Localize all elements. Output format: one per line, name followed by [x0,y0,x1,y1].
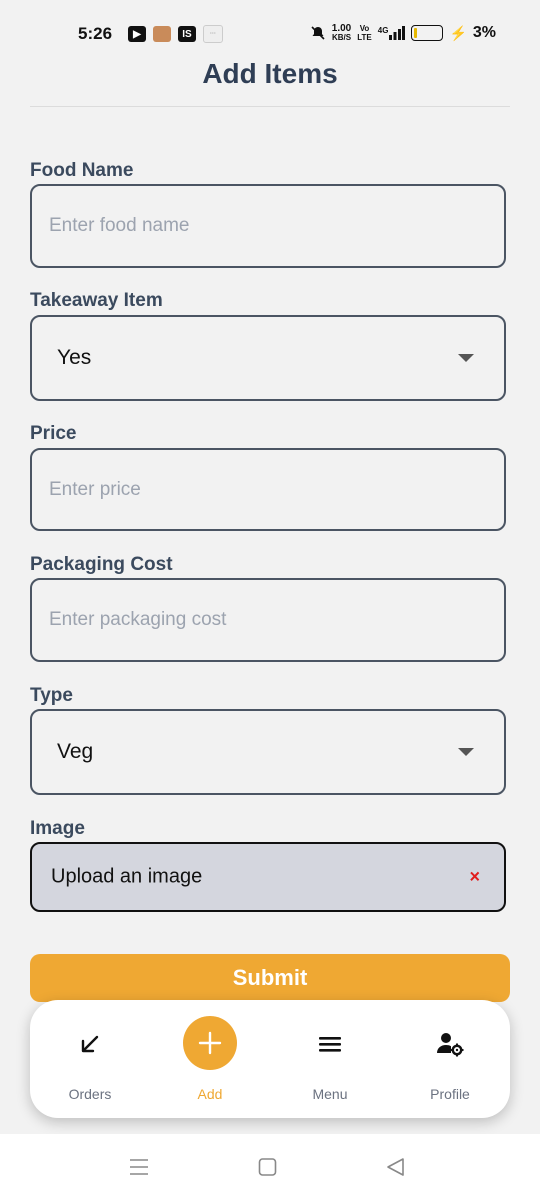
type-label: Type [30,685,73,706]
app-notification-icon: ··· [203,25,223,43]
remove-image-icon[interactable]: × [469,867,480,888]
nav-item-menu[interactable]: Menu [270,1000,390,1118]
price-input[interactable]: Enter price [30,448,506,531]
food-name-label: Food Name [30,160,134,181]
status-time: 5:26 [78,24,113,43]
net-speed-value: 1.00 [331,23,352,34]
network-type: 4G [377,26,389,35]
volte-icon: Vo LTE [357,24,372,42]
image-label: Image [30,818,85,839]
packaging-cost-label: Packaging Cost [30,554,173,575]
nav-label-profile: Profile [430,1086,470,1102]
type-value: Veg [57,740,94,763]
net-speed-unit: KB/S [331,33,352,42]
chevron-down-icon [458,748,474,756]
submit-button[interactable]: Submit [30,954,510,1002]
volte-bottom: LTE [357,33,372,42]
back-icon[interactable] [385,1156,407,1183]
nav-item-orders[interactable]: Orders [30,1000,150,1118]
youtube-icon: ▶ [128,26,146,42]
chevron-down-icon [458,354,474,362]
nav-label-orders: Orders [68,1086,112,1102]
price-label: Price [30,423,77,444]
net-speed: 1.00 KB/S [331,23,352,43]
status-notification-icons: ▶ IS ··· [128,25,223,43]
signal-icon: 4G [378,26,406,40]
nav-item-add[interactable]: Add [150,1000,270,1118]
takeaway-select[interactable]: Yes [30,315,506,401]
takeaway-value: Yes [57,346,92,369]
page-title: Add Items [202,58,338,89]
charging-icon: ⚡ [449,24,467,41]
image-upload[interactable]: Upload an image × [30,842,506,912]
arrow-down-left-icon [74,1030,106,1058]
battery-percent: 3% [472,24,496,41]
home-icon[interactable] [257,1156,279,1183]
nav-item-profile[interactable]: Profile [390,1000,510,1118]
app-avatar-icon [153,26,171,42]
packaging-cost-input[interactable]: Enter packaging cost [30,578,506,662]
mute-bell-icon [311,26,325,40]
image-upload-text: Upload an image [51,865,203,888]
app-badge-icon: IS [178,26,196,42]
bottom-nav: Orders Add Menu Profile [30,1000,510,1118]
volte-top: Vo [359,24,370,33]
nav-label-add: Add [197,1086,223,1102]
packaging-cost-placeholder: Enter packaging cost [49,609,227,630]
status-system-icons: 1.00 KB/S Vo LTE 4G ⚡ 3% [310,24,496,42]
recent-apps-icon[interactable] [128,1156,150,1183]
food-name-input[interactable]: Enter food name [30,184,506,268]
food-name-placeholder: Enter food name [49,215,190,236]
hamburger-menu-icon [314,1030,346,1058]
user-settings-icon [434,1030,466,1058]
price-placeholder: Enter price [49,478,141,500]
nav-label-menu: Menu [312,1086,348,1102]
takeaway-label: Takeaway Item [30,290,163,311]
type-select[interactable]: Veg [30,709,506,795]
signal-bars-icon [389,26,406,40]
system-navigation-bar [0,1134,540,1200]
battery-icon [411,25,444,41]
plus-icon [183,1016,237,1070]
title-divider [30,106,510,107]
